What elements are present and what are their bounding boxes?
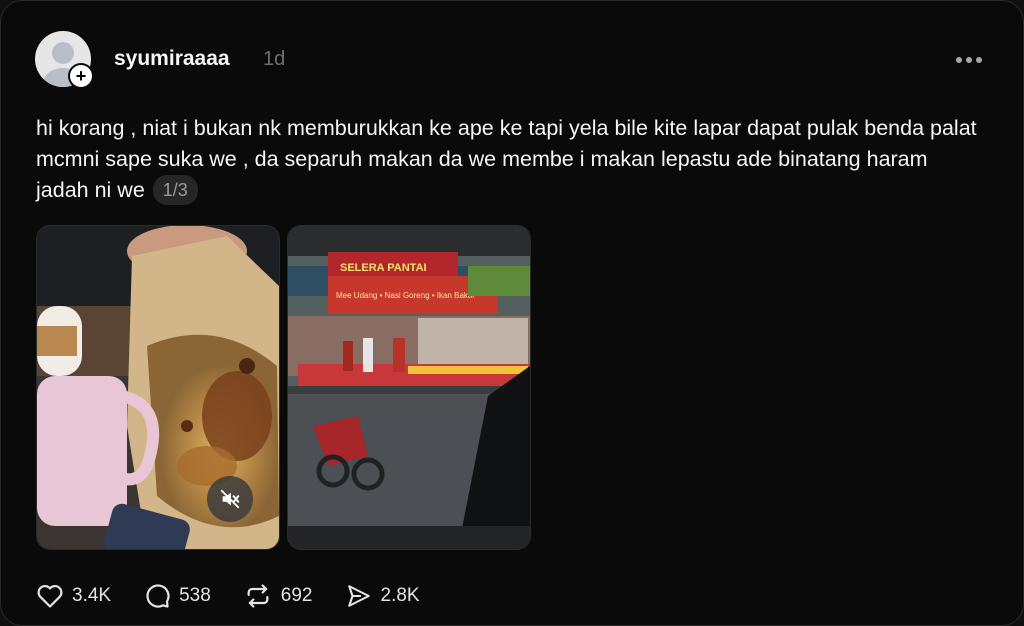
repost-icon <box>247 584 269 608</box>
reply-button[interactable]: 538 <box>143 582 211 610</box>
follow-button[interactable]: + <box>68 63 94 89</box>
dot <box>976 57 982 63</box>
repost-button[interactable]: 692 <box>243 582 313 610</box>
send-icon <box>347 585 370 607</box>
like-count: 3.4K <box>72 585 112 606</box>
stall-sign-subtitle: Mee Udang • Nasi Goreng • Ikan Bakar <box>336 291 475 300</box>
timestamp[interactable]: 1d <box>263 48 285 71</box>
media-video-food[interactable] <box>36 225 280 550</box>
muted-speaker-icon <box>220 489 240 509</box>
more-options-icon[interactable] <box>956 50 990 70</box>
stall-sign-title: SELERA PANTAI <box>340 262 427 274</box>
avatar-head-shape <box>52 42 74 64</box>
like-button[interactable]: 3.4K <box>36 583 111 609</box>
heart-icon <box>37 584 63 608</box>
repost-count: 692 <box>280 585 313 606</box>
stall-photo: SELERA PANTAI Mee Udang • Nasi Goreng • … <box>288 226 530 549</box>
post-card: + syumiraaaa 1d hi korang , niat i bukan… <box>0 0 1024 626</box>
plus-icon: + <box>70 65 92 87</box>
reply-count: 538 <box>179 585 211 606</box>
mute-toggle-button[interactable] <box>207 476 253 522</box>
media-counter-badge: 1/3 <box>152 175 198 205</box>
comment-icon <box>146 584 170 608</box>
share-count: 2.8K <box>380 585 420 606</box>
post-text: hi korang , niat i bukan nk memburukkan … <box>36 113 986 206</box>
dot <box>966 57 972 63</box>
dot <box>956 57 962 63</box>
share-button[interactable]: 2.8K <box>345 583 420 609</box>
username[interactable]: syumiraaaa <box>114 47 230 71</box>
media-image-stall[interactable]: SELERA PANTAI Mee Udang • Nasi Goreng • … <box>287 225 531 550</box>
action-bar: 3.4K 538 692 2.8K <box>36 581 452 611</box>
